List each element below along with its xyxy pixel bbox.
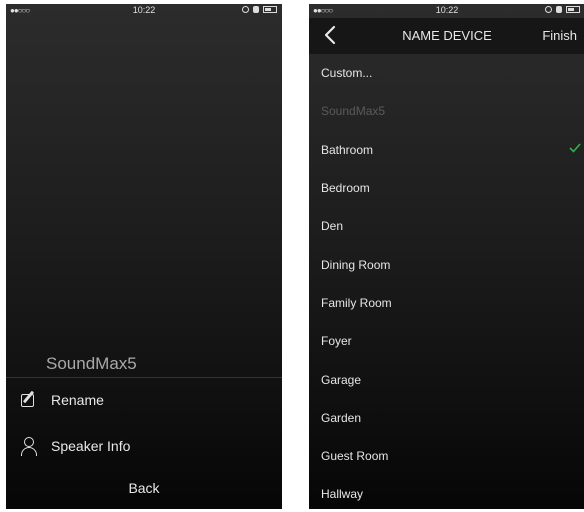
finish-button[interactable]: Finish (542, 28, 577, 43)
status-time: 10:22 (435, 5, 459, 15)
list-item[interactable]: Family Room (309, 284, 584, 322)
back-button[interactable]: Back (6, 480, 282, 496)
battery-icon (263, 6, 277, 13)
list-item[interactable]: Den (309, 207, 584, 245)
list-item[interactable]: Garden (309, 399, 584, 437)
list-item-label: Garage (321, 372, 362, 387)
list-item[interactable]: Bathroom (309, 131, 584, 169)
list-item-label: Bathroom (321, 142, 374, 157)
checkmark-icon (569, 143, 581, 153)
list-item[interactable]: SoundMax5 (309, 92, 584, 130)
list-item-label: Hallway (321, 487, 364, 502)
room-name-list: Custom... SoundMax5 Bathroom Bedroom Den Dini… (309, 54, 584, 509)
list-item-label: Custom... (321, 66, 373, 81)
rename-label: Rename (51, 392, 104, 408)
list-item-label: Family Room (321, 295, 392, 310)
speaker-info-button[interactable]: Speaker Info (6, 424, 282, 468)
edit-icon (19, 390, 39, 410)
list-item-label: Foyer (321, 334, 352, 349)
rotation-lock-icon (242, 6, 249, 13)
device-name-title: SoundMax5 (46, 354, 137, 373)
user-icon (19, 436, 39, 456)
list-item[interactable]: Custom... (309, 54, 584, 92)
alarm-icon (556, 6, 562, 13)
status-bar: ●●○○○ 10:22 (6, 4, 282, 18)
list-item[interactable]: Garage (309, 360, 584, 398)
list-item[interactable]: Foyer (309, 322, 584, 360)
battery-icon (566, 6, 580, 13)
list-item-label: SoundMax5 (321, 104, 386, 119)
name-device-screen: ●●○○○ 10:22 NAME DEVICE Finish Custom...… (309, 4, 584, 509)
list-item-label: Den (321, 219, 344, 234)
status-time: 10:22 (132, 5, 156, 15)
list-item[interactable]: Guest Room (309, 437, 584, 475)
status-bar: ●●○○○ 10:22 (309, 4, 584, 18)
list-item-label: Garden (321, 410, 362, 425)
list-item-label: Guest Room (321, 449, 389, 464)
speaker-info-label: Speaker Info (51, 438, 131, 454)
nav-bar: NAME DEVICE Finish (309, 18, 584, 54)
device-menu-screen: ●●○○○ 10:22 SoundMax5 Rename Speaker Inf… (6, 4, 282, 509)
rotation-lock-icon (545, 6, 552, 13)
rename-button[interactable]: Rename (6, 378, 282, 422)
list-item[interactable]: Hallway (309, 475, 584, 509)
list-item-label: Bedroom (321, 181, 370, 196)
list-item[interactable]: Dining Room (309, 245, 584, 283)
alarm-icon (253, 6, 259, 13)
list-item[interactable]: Bedroom (309, 169, 584, 207)
list-item-label: Dining Room (321, 257, 391, 272)
